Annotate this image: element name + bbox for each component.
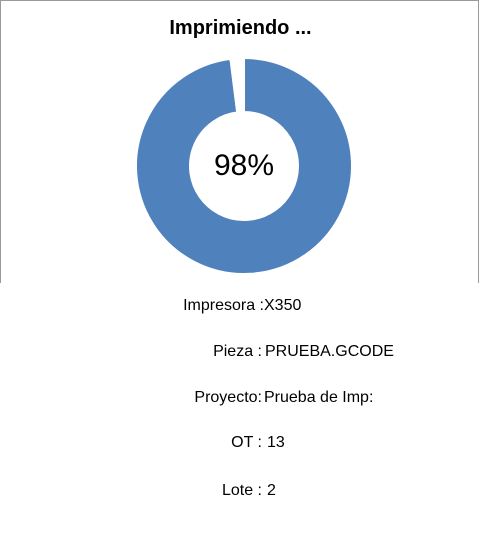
- piece-row: Pieza : PRUEBA.GCODE: [0, 342, 481, 362]
- printer-label: Impresora :: [183, 297, 264, 314]
- chart-panel: Imprimiendo ... 98%: [0, 0, 479, 283]
- lote-row: Lote : 2: [0, 481, 481, 501]
- ot-row: OT : 13: [0, 433, 481, 453]
- project-row: Proyecto: Prueba de Imp:: [0, 388, 481, 408]
- project-value: Prueba de Imp:: [264, 389, 374, 406]
- lote-value: 2: [267, 482, 276, 499]
- piece-value: PRUEBA.GCODE: [265, 343, 394, 360]
- lote-label: Lote :: [221, 482, 262, 499]
- ot-value: 13: [267, 434, 285, 451]
- printer-row: Impresora : X350: [0, 296, 481, 316]
- ot-label: OT :: [231, 434, 262, 451]
- piece-label: Pieza :: [213, 343, 262, 360]
- donut-center-label: 98%: [214, 149, 274, 182]
- donut-chart: 98%: [135, 56, 353, 275]
- project-label: Proyecto:: [194, 389, 262, 406]
- printer-value: X350: [264, 297, 302, 314]
